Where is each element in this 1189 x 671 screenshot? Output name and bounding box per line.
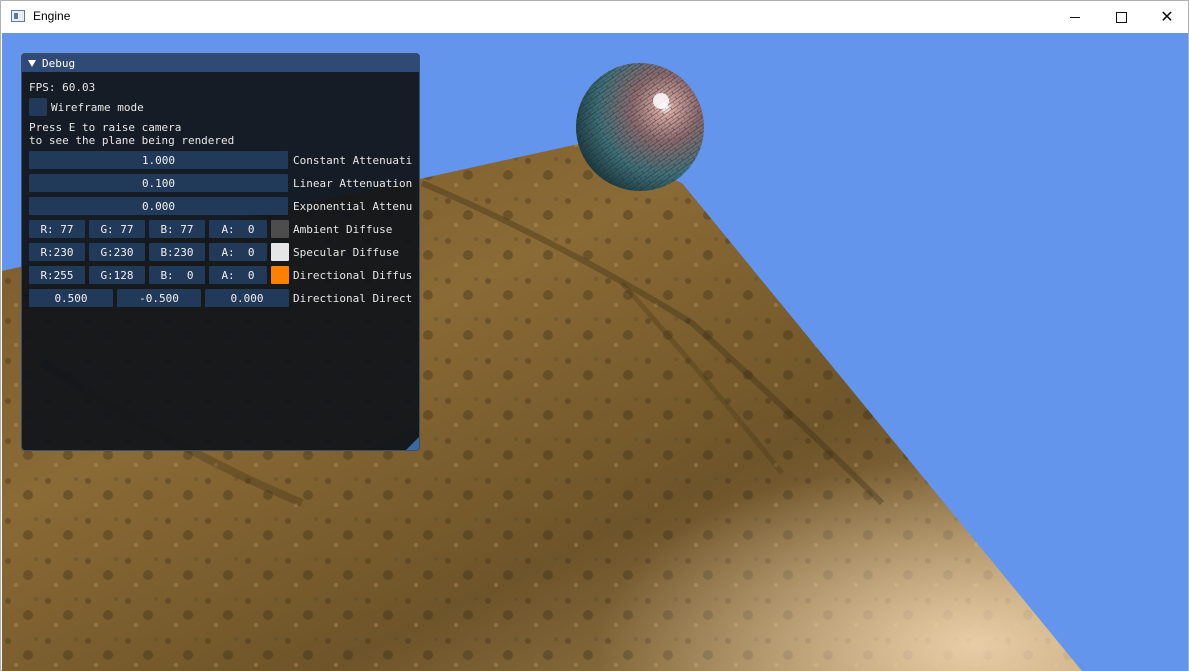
camera-hint-line2: to see the plane being rendered xyxy=(29,134,235,147)
debug-panel[interactable]: Debug FPS: 60.03 Wireframe mode Press E … xyxy=(21,53,420,451)
debug-panel-header[interactable]: Debug xyxy=(22,54,419,72)
specular-b-field[interactable]: B:230 xyxy=(149,243,205,261)
fps-readout: FPS: 60.03 xyxy=(29,81,96,94)
specular-a-field[interactable]: A: 0 xyxy=(209,243,267,261)
resize-grip-icon[interactable] xyxy=(406,437,419,450)
ambient-color-swatch[interactable] xyxy=(271,220,289,238)
maximize-button[interactable] xyxy=(1098,1,1144,33)
exponential-attenuation-slider[interactable]: 0.000 xyxy=(29,197,288,215)
app-icon xyxy=(11,10,25,22)
direction-x-field[interactable]: 0.500 xyxy=(29,289,113,307)
directional-g-field[interactable]: G:128 xyxy=(89,266,145,284)
directional-direction-label: Directional Direct xyxy=(293,292,413,305)
maximize-icon xyxy=(1115,11,1127,23)
constant-attenuation-slider[interactable]: 1.000 xyxy=(29,151,288,169)
title-bar[interactable]: Engine ✕ xyxy=(1,1,1188,33)
ambient-g-field[interactable]: G: 77 xyxy=(89,220,145,238)
window-title: Engine xyxy=(33,9,71,23)
constant-attenuation-label: Constant Attenuati xyxy=(293,154,413,167)
specular-diffuse-label: Specular Diffuse xyxy=(293,246,399,259)
linear-attenuation-slider[interactable]: 0.100 xyxy=(29,174,288,192)
linear-attenuation-label: Linear Attenuation xyxy=(293,177,413,190)
directional-r-field[interactable]: R:255 xyxy=(29,266,85,284)
wireframe-label: Wireframe mode xyxy=(51,101,144,114)
app-window: Engine ✕ Debug FPS: 60.03 Wireframe mode… xyxy=(0,0,1189,671)
ambient-b-field[interactable]: B: 77 xyxy=(149,220,205,238)
specular-color-swatch[interactable] xyxy=(271,243,289,261)
directional-a-field[interactable]: A: 0 xyxy=(209,266,267,284)
specular-r-field[interactable]: R:230 xyxy=(29,243,85,261)
ambient-r-field[interactable]: R: 77 xyxy=(29,220,85,238)
close-button[interactable]: ✕ xyxy=(1144,1,1189,33)
directional-color-swatch[interactable] xyxy=(271,266,289,284)
directional-b-field[interactable]: B: 0 xyxy=(149,266,205,284)
specular-g-field[interactable]: G:230 xyxy=(89,243,145,261)
camera-hint-line1: Press E to raise camera xyxy=(29,121,182,134)
ambient-diffuse-label: Ambient Diffuse xyxy=(293,223,393,236)
direction-z-field[interactable]: 0.000 xyxy=(205,289,289,307)
direction-y-field[interactable]: -0.500 xyxy=(117,289,201,307)
directional-diffuse-label: Directional Diffus xyxy=(293,269,413,282)
minimize-icon xyxy=(1070,16,1080,18)
ambient-a-field[interactable]: A: 0 xyxy=(209,220,267,238)
close-icon: ✕ xyxy=(1160,7,1174,26)
wireframe-checkbox[interactable] xyxy=(29,98,47,116)
textured-sphere xyxy=(576,63,704,191)
collapse-triangle-icon[interactable] xyxy=(28,59,36,67)
exponential-attenuation-label: Exponential Attenu xyxy=(293,200,413,213)
minimize-button[interactable] xyxy=(1052,1,1098,33)
debug-panel-title: Debug xyxy=(42,56,76,70)
